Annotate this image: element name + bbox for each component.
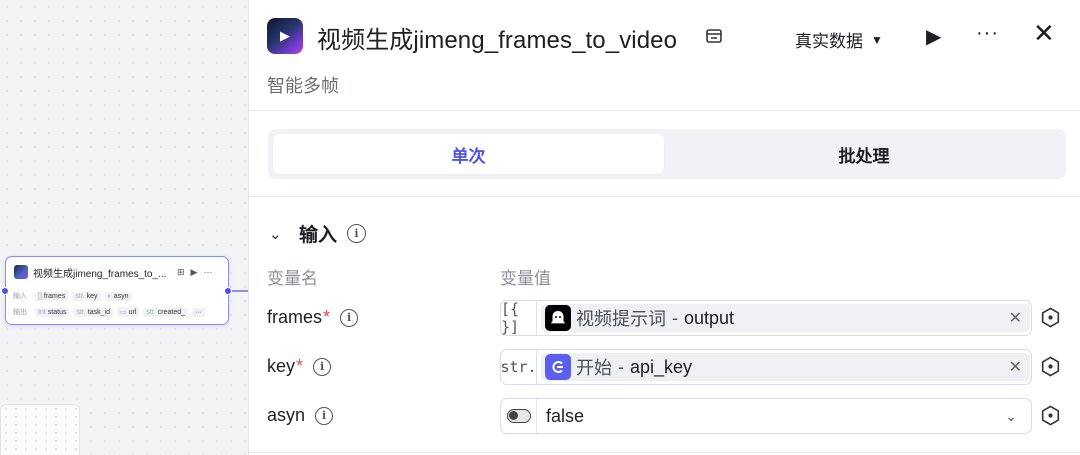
node-output-chip: str. task_id <box>73 307 114 317</box>
play-icon[interactable]: ▶ <box>926 24 941 49</box>
boolean-type-toggle[interactable] <box>501 399 537 433</box>
string-type-icon[interactable]: str. <box>500 350 537 384</box>
workflow-node-video-gen[interactable]: 视频生成jimeng_frames_to_... ⊞ ▶ ··· 输入 [] fr… <box>5 256 229 325</box>
info-icon[interactable]: i <box>315 406 334 425</box>
frames-value-field[interactable]: [{ }] 视频提示词 - output ✕ <box>500 300 1032 336</box>
node-input-chip: [] frames <box>35 291 69 301</box>
toggle-icon <box>506 409 531 423</box>
param-name: asyn <box>267 405 306 425</box>
tab-single[interactable]: 单次 <box>273 134 664 174</box>
divider <box>249 196 1080 197</box>
data-mode-dropdown[interactable]: 真实数据 ▼ <box>795 27 883 52</box>
store-icon[interactable] <box>705 27 723 50</box>
clear-icon[interactable]: ✕ <box>1009 357 1022 377</box>
node-output-chip: str. created_ <box>143 307 189 317</box>
more-icon[interactable]: ··· <box>976 22 999 45</box>
plugin-thumbnail-icon: ▶ <box>267 18 303 54</box>
asyn-value-field[interactable]: false ⌄ <box>500 398 1032 434</box>
source-node-name: 开始 <box>576 358 612 378</box>
variable-reference[interactable]: 开始 - api_key ✕ <box>541 353 1030 381</box>
column-header-name: 变量名 <box>267 269 318 288</box>
array-object-type-icon[interactable]: [{ }] <box>501 300 537 336</box>
more-icon[interactable]: ··· <box>203 267 212 277</box>
param-frames: frames * i <box>267 307 359 328</box>
ref-separator: - <box>672 307 678 328</box>
variable-picker-icon[interactable] <box>1040 356 1061 377</box>
ghost-icon <box>545 305 571 331</box>
panel-subtitle: 智能多帧 <box>267 76 339 96</box>
node-input-chip: str. key <box>72 291 101 301</box>
info-icon[interactable]: i <box>340 308 359 327</box>
node-output-chip: ▭ url <box>117 307 140 317</box>
toggle-icon: ◐ <box>107 292 112 300</box>
node-input-port[interactable] <box>1 287 9 295</box>
param-name: frames <box>267 307 323 327</box>
node-thumbnail-icon <box>14 265 28 279</box>
divider <box>249 110 1080 111</box>
node-output-chip: Int status <box>35 307 70 317</box>
column-header-value: 变量值 <box>500 269 551 288</box>
source-node-name: 视频提示词 <box>576 309 666 329</box>
node-output-row: 输出 Int status str. task_id ▭ url str. create… <box>13 306 206 318</box>
start-icon <box>545 354 571 380</box>
boolean-value: false <box>546 405 585 426</box>
store-icon[interactable]: ⊞ <box>177 267 185 278</box>
variable-picker-icon[interactable] <box>1040 405 1061 426</box>
section-title: 输入 <box>299 225 338 246</box>
param-key: key * i <box>267 356 332 377</box>
ref-separator: - <box>618 356 624 377</box>
node-input-chip: ◐ asyn <box>104 291 132 301</box>
node-input-row: 输入 [] frames str. key ◐ asyn <box>13 290 132 302</box>
folder-icon: ▭ <box>120 309 127 316</box>
variable-picker-icon[interactable] <box>1040 307 1061 328</box>
param-name: key <box>267 356 296 376</box>
divider <box>249 452 1080 453</box>
node-output-port[interactable] <box>224 287 232 295</box>
node-input-label: 输入 <box>13 293 27 300</box>
info-icon[interactable]: i <box>347 224 367 243</box>
connection-line <box>232 290 248 292</box>
input-section-header[interactable]: ⌄ 输入 i <box>269 220 367 247</box>
node-output-label: 输出 <box>13 309 27 316</box>
chevron-down-icon[interactable]: ⌄ <box>1005 408 1017 425</box>
node-header: 视频生成jimeng_frames_to_... ⊞ ▶ ··· <box>14 264 222 280</box>
source-variable: output <box>684 307 735 328</box>
caret-down-icon: ▼ <box>871 32 883 47</box>
chevron-down-icon: ⌄ <box>269 225 282 243</box>
info-icon[interactable]: i <box>313 357 332 376</box>
run-mode-tabs: 单次 批处理 <box>268 129 1066 179</box>
required-mark: * <box>296 356 304 376</box>
required-mark: * <box>323 307 331 327</box>
data-mode-label: 真实数据 <box>795 32 863 51</box>
workflow-node-partial[interactable] <box>0 404 80 455</box>
source-variable: api_key <box>630 356 693 377</box>
workflow-canvas[interactable]: 视频生成jimeng_frames_to_... ⊞ ▶ ··· 输入 [] fr… <box>0 0 248 455</box>
variable-reference[interactable]: 视频提示词 - output ✕ <box>541 304 1030 332</box>
node-title: 视频生成jimeng_frames_to_... <box>33 268 167 280</box>
node-config-panel: ▶ 视频生成jimeng_frames_to_video 真实数据 ▼ ▶ ··… <box>248 0 1080 455</box>
close-icon[interactable]: ✕ <box>1033 20 1055 46</box>
key-value-field[interactable]: str. 开始 - api_key ✕ <box>500 349 1032 385</box>
clear-icon[interactable]: ✕ <box>1009 308 1022 328</box>
param-asyn: asyn i <box>267 405 334 426</box>
more-icon[interactable]: ··· <box>192 307 206 317</box>
play-icon[interactable]: ▶ <box>191 267 198 278</box>
tab-batch[interactable]: 批处理 <box>668 134 1060 174</box>
panel-title: 视频生成jimeng_frames_to_video <box>317 27 678 54</box>
